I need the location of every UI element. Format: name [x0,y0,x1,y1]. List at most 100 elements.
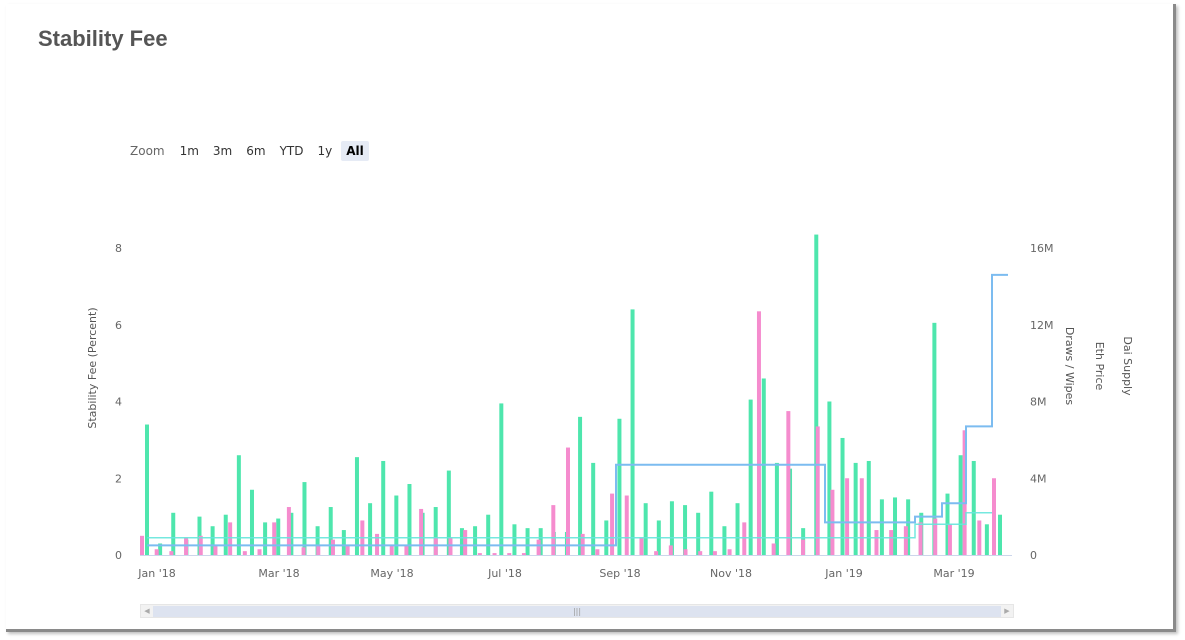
x-tick-label: Nov '18 [710,567,752,580]
wipes-bar [140,535,144,555]
y-left-tick-label: 6 [115,319,122,332]
wipes-bar [477,553,482,555]
x-tick-label: Jul '18 [487,567,522,580]
y-left-tick-label: 8 [115,242,122,255]
x-tick-label: May '18 [370,567,413,580]
wipes-bar [389,545,394,555]
wipes-bar [786,411,791,555]
wipes-bar [771,543,776,555]
draws-bar [748,399,753,555]
y-right-tick-label: 12M [1030,319,1054,332]
wipes-bar [845,478,850,555]
draws-bar [630,309,635,555]
wipes-bar [977,520,982,555]
grip-icon: ||| [572,607,582,616]
wipes-bar [595,549,600,555]
wipes-bar [918,522,923,555]
draws-bar [302,482,307,555]
draws-bar [735,503,740,555]
wipes-bar [815,426,820,555]
dai-supply-line [147,273,1008,547]
scroll-left-arrow[interactable]: ◀ [141,605,153,617]
draws-bar [276,518,281,555]
wipes-bar [874,530,879,555]
draws-bar [368,503,373,555]
wipes-bar [654,551,659,555]
x-tick-label: Mar '18 [258,567,299,580]
wipes-bar [536,539,541,555]
wipes-bar [859,478,864,555]
draws-bar [525,528,530,555]
wipes-bar [330,539,335,555]
draws-bar [354,457,359,555]
wipes-bar [257,549,262,555]
draws-bar [643,503,648,555]
x-tick-label: Jan '18 [137,567,175,580]
wipes-bar [566,447,570,555]
wipes-bar [463,530,468,555]
draws-bar [263,522,268,555]
wipes-bar [903,526,908,555]
y-right-tick-label: 16M [1030,242,1054,255]
wipes-bar [286,507,291,555]
wipes-bar [947,524,952,555]
draws-bar [722,526,727,555]
wipes-bar [801,539,806,555]
wipes-bar [889,530,894,555]
wipes-bar [624,495,629,555]
draws-bar [998,514,1002,555]
draws-bar [958,455,963,555]
wipes-bar [316,545,321,555]
x-tick-label: Jan '19 [824,567,862,580]
draws-bar [145,424,149,555]
wipes-bar [551,505,556,555]
y-axis-right-title-draws: Draws / Wipes [1063,327,1076,406]
draws-bar [381,460,386,555]
wipes-bar [756,311,761,555]
wipes-bar [272,522,277,555]
wipes-bar [492,553,497,555]
draws-bar [171,512,176,555]
wipes-bar [639,537,644,555]
y-axis-right-title-eth: Eth Price [1093,342,1106,391]
wipes-bar [712,551,717,555]
y-axis-right-title-dai: Dai Supply [1121,336,1134,396]
y-right-tick-label: 8M [1030,396,1047,409]
wipes-bar [169,551,174,555]
wipes-bar [228,522,233,555]
wipes-bar [242,551,247,555]
draws-bar [853,462,858,555]
wipes-bar [404,545,409,555]
draws-bar [774,462,779,555]
draws-bar [236,455,241,555]
draws-bar [591,462,596,555]
wipes-bar [698,551,703,555]
scroll-right-arrow[interactable]: ▶ [1001,605,1013,617]
wipes-bar [419,508,424,555]
draws-bar [866,460,871,555]
wipes-bar [668,545,673,555]
draws-bar [761,378,766,555]
wipes-bar [727,549,732,555]
navigator-scrollbar[interactable]: ◀ ||| ▶ [140,604,1014,618]
wipes-bar [683,549,688,555]
draws-bar [971,460,976,555]
y-left-tick-label: 4 [115,396,122,409]
stability-fee-chart: 0 2 4 6 8 0 4M 8M 12M 16M Jan '18 Mar '18 May '18 Jul… [86,234,1134,580]
wipes-bar [154,549,159,555]
draws-bar [683,505,688,555]
y-left-tick-label: 2 [115,472,122,485]
wipes-bar [992,478,996,555]
draws-bar [341,530,346,555]
draws-bar [709,491,714,555]
y-right-tick-label: 0 [1030,549,1037,562]
y-right-tick-label: 4M [1030,472,1047,485]
y-axis-left-title: Stability Fee (Percent) [86,307,99,428]
scrollbar-thumb[interactable]: ||| [153,606,1001,617]
y-left-tick-label: 0 [115,549,122,562]
draws-bar [893,497,898,555]
draws-bar [486,514,491,555]
line-series [147,273,1008,547]
draws-bar [617,418,622,555]
wipes-bar [742,522,747,555]
